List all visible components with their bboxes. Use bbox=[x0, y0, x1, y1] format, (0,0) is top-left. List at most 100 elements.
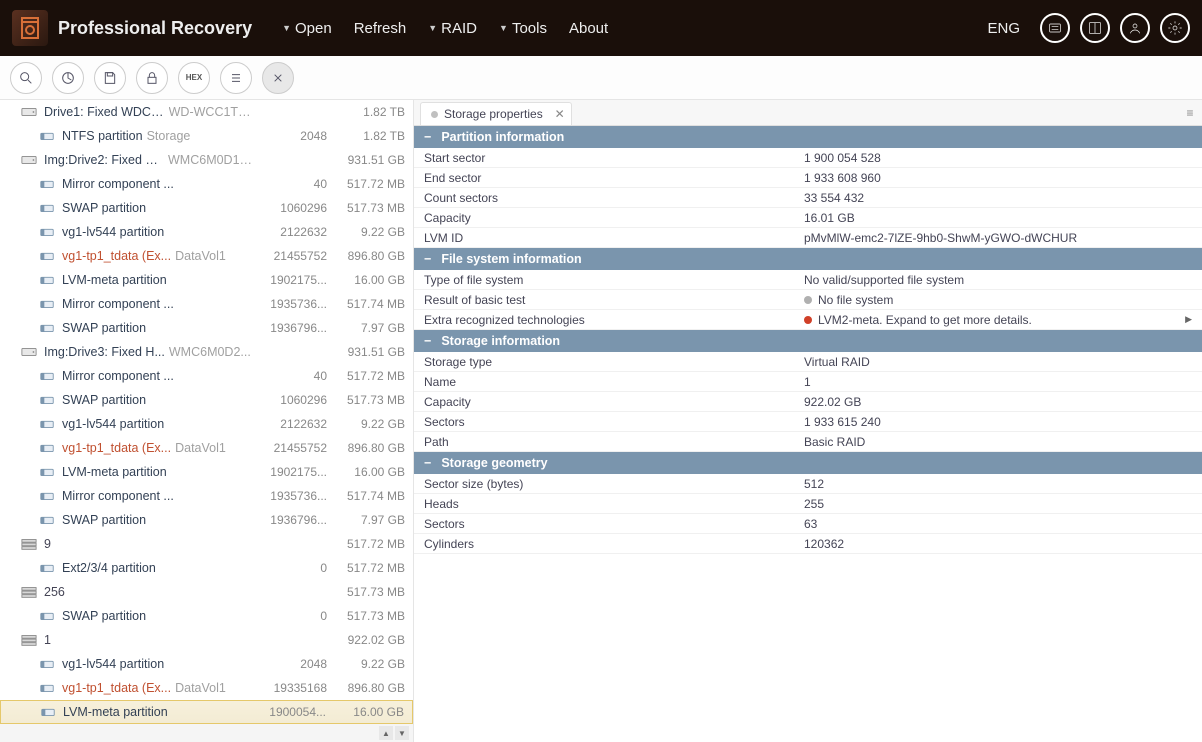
tree-row[interactable]: Drive1: Fixed WDC ...WD-WCC1T0...1.82 TB bbox=[0, 100, 413, 124]
lock-button[interactable] bbox=[136, 62, 168, 94]
menu-raid[interactable]: ▼RAID bbox=[428, 20, 477, 37]
item-name: 256 bbox=[44, 585, 65, 599]
tree-row[interactable]: vg1-lv544 partition21226329.22 GB bbox=[0, 412, 413, 436]
save-button[interactable] bbox=[94, 62, 126, 94]
property-key: Start sector bbox=[414, 151, 804, 165]
part-icon bbox=[38, 561, 56, 575]
tree-row[interactable]: LVM-meta partition1902175...16.00 GB bbox=[0, 460, 413, 484]
scroll-down-icon[interactable]: ▼ bbox=[395, 726, 409, 740]
section-header[interactable]: −File system information bbox=[414, 248, 1202, 270]
layout-button[interactable] bbox=[1080, 13, 1110, 43]
item-size: 931.51 GB bbox=[336, 153, 405, 167]
section-header[interactable]: −Storage geometry bbox=[414, 452, 1202, 474]
status-bullet-icon bbox=[804, 316, 812, 324]
tree-row[interactable]: Img:Drive3: Fixed H...WMC6M0D2...931.51 … bbox=[0, 340, 413, 364]
item-size: 1.82 TB bbox=[335, 105, 405, 119]
property-row: Name1 bbox=[414, 372, 1202, 392]
expand-arrow-icon[interactable]: ▶ bbox=[1185, 314, 1192, 325]
tree-row[interactable]: vg1-tp1_tdata (Ex...DataVol121455752896.… bbox=[0, 436, 413, 460]
tree-row[interactable]: SWAP partition0517.73 MB bbox=[0, 604, 413, 628]
tree-row[interactable]: Mirror component ...40517.72 MB bbox=[0, 364, 413, 388]
part-icon bbox=[38, 657, 56, 671]
property-value: 255 bbox=[804, 497, 1202, 511]
section-header[interactable]: −Partition information bbox=[414, 126, 1202, 148]
tree-row[interactable]: Img:Drive2: Fixed H...WMC6M0D1P...931.51… bbox=[0, 148, 413, 172]
item-size: 16.00 GB bbox=[335, 465, 405, 479]
tree-row[interactable]: Mirror component ...40517.72 MB bbox=[0, 172, 413, 196]
item-name: 9 bbox=[44, 537, 51, 551]
hex-button[interactable]: HEX bbox=[178, 62, 210, 94]
tree-row[interactable]: 9 517.72 MB bbox=[0, 532, 413, 556]
property-value: 1 900 054 528 bbox=[804, 151, 1202, 165]
item-extra: WMC6M0D1P... bbox=[168, 153, 256, 167]
language-selector[interactable]: ENG bbox=[987, 20, 1020, 37]
properties-panel: Storage properties ✕ ≡ −Partition inform… bbox=[414, 100, 1202, 742]
scan-button[interactable] bbox=[52, 62, 84, 94]
section-header[interactable]: −Storage information bbox=[414, 330, 1202, 352]
property-value: 63 bbox=[804, 517, 1202, 531]
menu-tools[interactable]: ▼Tools bbox=[499, 20, 547, 37]
tree-row[interactable]: SWAP partition1060296517.73 MB bbox=[0, 388, 413, 412]
item-name: Mirror component ... bbox=[62, 369, 174, 383]
menu-open[interactable]: ▼Open bbox=[282, 20, 332, 37]
part-icon bbox=[38, 489, 56, 503]
settings-button[interactable] bbox=[1160, 13, 1190, 43]
tree-row[interactable]: vg1-tp1_tdata (Ex...DataVol119335168896.… bbox=[0, 676, 413, 700]
item-sector: 1935736... bbox=[255, 297, 335, 311]
property-value: No valid/supported file system bbox=[804, 273, 1202, 287]
user-button[interactable] bbox=[1120, 13, 1150, 43]
tab-close-icon[interactable]: ✕ bbox=[555, 107, 565, 121]
list-button[interactable] bbox=[220, 62, 252, 94]
tree-row[interactable]: vg1-lv544 partition21226329.22 GB bbox=[0, 220, 413, 244]
raid-icon bbox=[20, 633, 38, 647]
close-button[interactable] bbox=[262, 62, 294, 94]
app-title: Professional Recovery bbox=[58, 18, 252, 39]
disk-icon bbox=[20, 153, 38, 167]
tree-row[interactable]: LVM-meta partition1902175...16.00 GB bbox=[0, 268, 413, 292]
tree-row[interactable]: NTFS partitionStorage20481.82 TB bbox=[0, 124, 413, 148]
tree-row[interactable]: SWAP partition1936796...7.97 GB bbox=[0, 316, 413, 340]
item-size: 517.72 MB bbox=[335, 537, 405, 551]
tree-row[interactable]: Mirror component ...1935736...517.74 MB bbox=[0, 292, 413, 316]
menu-refresh[interactable]: Refresh bbox=[354, 20, 407, 37]
tree-row[interactable]: vg1-tp1_tdata (Ex...DataVol121455752896.… bbox=[0, 244, 413, 268]
item-sector: 2122632 bbox=[255, 225, 335, 239]
tab-storage-properties[interactable]: Storage properties ✕ bbox=[420, 102, 572, 125]
menu-about[interactable]: About bbox=[569, 20, 608, 37]
property-key: Heads bbox=[414, 497, 804, 511]
toolbar: HEX bbox=[0, 56, 1202, 100]
tree-row[interactable]: Mirror component ...1935736...517.74 MB bbox=[0, 484, 413, 508]
scrollbar[interactable]: ▲ ▼ bbox=[0, 724, 413, 742]
item-size: 896.80 GB bbox=[335, 441, 405, 455]
property-key: Type of file system bbox=[414, 273, 804, 287]
item-sector: 21455752 bbox=[255, 249, 335, 263]
part-icon bbox=[38, 681, 56, 695]
item-name: Mirror component ... bbox=[62, 297, 174, 311]
tree-row[interactable]: SWAP partition1060296517.73 MB bbox=[0, 196, 413, 220]
tree-row[interactable]: Ext2/3/4 partition0517.72 MB bbox=[0, 556, 413, 580]
tab-menu-icon[interactable]: ≡ bbox=[1178, 100, 1202, 125]
search-button[interactable] bbox=[10, 62, 42, 94]
property-row: Count sectors33 554 432 bbox=[414, 188, 1202, 208]
tree-row[interactable]: vg1-lv544 partition20489.22 GB bbox=[0, 652, 413, 676]
storage-tree[interactable]: Drive1: Fixed WDC ...WD-WCC1T0...1.82 TB… bbox=[0, 100, 414, 742]
item-size: 517.72 MB bbox=[335, 177, 405, 191]
tree-row[interactable]: 1922.02 GB bbox=[0, 628, 413, 652]
tree-row[interactable]: SWAP partition1936796...7.97 GB bbox=[0, 508, 413, 532]
item-sector: 1936796... bbox=[255, 321, 335, 335]
main-menu: ▼Open Refresh ▼RAID ▼Tools About bbox=[282, 20, 608, 37]
item-size: 517.73 MB bbox=[335, 585, 405, 599]
item-extra: DataVol1 bbox=[175, 249, 226, 263]
report-button[interactable] bbox=[1040, 13, 1070, 43]
scroll-up-icon[interactable]: ▲ bbox=[379, 726, 393, 740]
property-key: Sector size (bytes) bbox=[414, 477, 804, 491]
tree-row[interactable]: 256 517.73 MB bbox=[0, 580, 413, 604]
property-value: Basic RAID bbox=[804, 435, 1202, 449]
property-value: 16.01 GB bbox=[804, 211, 1202, 225]
property-row: Sectors1 933 615 240 bbox=[414, 412, 1202, 432]
tree-row[interactable]: LVM-meta partition1900054...16.00 GB bbox=[0, 700, 413, 724]
item-sector: 19335168 bbox=[255, 681, 335, 695]
raid-icon bbox=[20, 585, 38, 599]
item-size: 9.22 GB bbox=[335, 657, 405, 671]
item-size: 9.22 GB bbox=[335, 225, 405, 239]
